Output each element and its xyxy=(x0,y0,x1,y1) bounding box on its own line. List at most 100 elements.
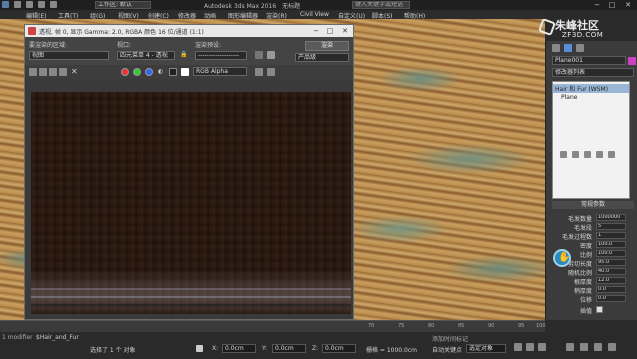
menu-modifiers[interactable]: 修改器 xyxy=(178,11,196,20)
render-window-titlebar[interactable]: 透视, 帧 0, 显示 Gamma: 2.0, RGBA 颜色 16 位/通道 … xyxy=(25,25,353,37)
lock-icon[interactable]: 🔒 xyxy=(180,51,187,58)
fit-window-icon[interactable] xyxy=(267,68,275,76)
maximize-button[interactable]: □ xyxy=(605,0,619,10)
viewport-dropdown[interactable]: 四元菜单 4 - 透视 xyxy=(117,51,175,60)
menu-tools[interactable]: 工具(T) xyxy=(58,11,78,20)
menu-graph-editors[interactable]: 图形编辑器 xyxy=(228,11,258,20)
remove-modifier-icon[interactable] xyxy=(596,151,603,158)
red-channel-toggle[interactable] xyxy=(121,68,129,76)
param-value[interactable]: 0.0 xyxy=(596,295,626,302)
monochrome-toggle[interactable] xyxy=(169,68,177,76)
print-image-icon[interactable] xyxy=(59,68,67,76)
render-button[interactable]: 渲染 xyxy=(305,41,349,51)
area-to-render-dropdown[interactable]: 视图 xyxy=(29,51,109,60)
auto-key-button[interactable]: 自动关键点 xyxy=(432,345,462,354)
orbit-icon[interactable] xyxy=(594,343,602,351)
param-value[interactable]: 1 xyxy=(596,232,626,239)
selection-lock-icon[interactable] xyxy=(196,345,203,352)
pin-stack-icon[interactable] xyxy=(560,151,567,158)
z-coord-field[interactable]: 0.0cm xyxy=(322,344,356,353)
zoom-icon[interactable] xyxy=(566,343,574,351)
modify-tab-icon[interactable] xyxy=(564,44,572,52)
render-window-maximize[interactable]: □ xyxy=(323,25,337,37)
param-value[interactable]: 1000000 xyxy=(596,214,626,221)
selection-set-dropdown[interactable]: 选定对象 xyxy=(466,344,506,353)
render-preset-dropdown[interactable]: ------------------- xyxy=(195,51,247,60)
blue-channel-toggle[interactable] xyxy=(145,68,153,76)
clone-window-icon[interactable] xyxy=(49,68,57,76)
param-value[interactable]: 40.0 xyxy=(596,268,626,275)
interpolate-checkbox[interactable] xyxy=(596,306,603,313)
hierarchy-tab-icon[interactable] xyxy=(576,44,584,52)
menu-animation[interactable]: 动画 xyxy=(204,11,216,20)
param-value[interactable]: 100.0 xyxy=(596,241,626,248)
minimize-button[interactable]: − xyxy=(590,0,604,10)
redo-icon[interactable] xyxy=(26,1,33,8)
param-hair-segments: 毛发段 5 xyxy=(548,223,636,232)
create-tab-icon[interactable] xyxy=(552,44,560,52)
production-dropdown[interactable]: 产品级 xyxy=(295,53,349,62)
render-window-minimize[interactable]: − xyxy=(309,25,323,37)
param-value[interactable]: 12.0 xyxy=(596,277,626,284)
save-icon[interactable] xyxy=(38,1,45,8)
app-logo-icon[interactable] xyxy=(2,1,9,8)
add-time-tag[interactable]: 添加时间标记 xyxy=(432,334,468,343)
next-frame-icon[interactable] xyxy=(538,343,546,351)
menu-views[interactable]: 视图(V) xyxy=(118,11,139,20)
timeline-ruler[interactable]: 70 75 80 85 90 95 100 xyxy=(0,320,546,332)
pan-hand-icon[interactable]: ✋ xyxy=(553,249,571,267)
render-window-icon xyxy=(28,27,36,35)
param-value[interactable]: 100.0 xyxy=(596,250,626,257)
copy-image-icon[interactable] xyxy=(39,68,47,76)
prev-frame-icon[interactable] xyxy=(514,343,522,351)
timeline-tick: 80 xyxy=(428,323,435,329)
pan-icon[interactable] xyxy=(580,343,588,351)
clear-color-swatch[interactable] xyxy=(181,68,189,76)
timeline-tick: 100 xyxy=(536,323,546,329)
stack-item-hair-fur[interactable]: Hair 和 Fur (WSM) xyxy=(553,84,629,93)
workspace-dropdown[interactable]: 工作区: 默认 xyxy=(95,1,151,9)
x-coord-field[interactable]: 0.0cm xyxy=(222,344,256,353)
clear-icon[interactable]: ✕ xyxy=(71,67,78,76)
param-value[interactable]: 95.0 xyxy=(596,259,626,266)
script-listener-value[interactable]: $Hair_and_Fur xyxy=(36,334,79,341)
param-hair-count: 毛发数量 1000000 xyxy=(548,214,636,223)
render-window-title: 透视, 帧 0, 显示 Gamma: 2.0, RGBA 颜色 16 位/通道 … xyxy=(39,29,204,36)
object-name-field[interactable]: Plane001 xyxy=(552,56,626,65)
modifier-list-dropdown[interactable]: 修改器列表 xyxy=(552,68,634,77)
make-unique-icon[interactable] xyxy=(584,151,591,158)
green-channel-toggle[interactable] xyxy=(133,68,141,76)
stack-item-plane[interactable]: Plane xyxy=(561,94,577,101)
param-value[interactable]: 5 xyxy=(596,223,626,230)
command-panel: Plane001 修改器列表 Hair 和 Fur (WSM) Plane 常规… xyxy=(545,41,637,320)
play-icon[interactable] xyxy=(526,343,534,351)
render-window-close[interactable]: ✕ xyxy=(338,25,352,37)
menu-edit[interactable]: 编辑(E) xyxy=(26,11,46,20)
y-coord-field[interactable]: 0.0cm xyxy=(272,344,306,353)
param-value[interactable]: 0.0 xyxy=(596,286,626,293)
menu-rendering[interactable]: 渲染(R) xyxy=(266,11,287,20)
configure-sets-icon[interactable] xyxy=(608,151,615,158)
search-input[interactable]: 键入关键字或短语 xyxy=(352,1,410,9)
show-end-result-icon[interactable] xyxy=(572,151,579,158)
menu-group[interactable]: 组(G) xyxy=(90,11,105,20)
param-hair-passes: 毛发过程数 1 xyxy=(548,232,636,241)
menu-customize[interactable]: 自定义(U) xyxy=(338,11,365,20)
environment-icon[interactable] xyxy=(267,51,275,59)
general-params-header[interactable]: 常规参数 xyxy=(552,201,634,209)
menu-create[interactable]: 创建(C) xyxy=(148,11,169,20)
save-image-icon[interactable] xyxy=(29,68,37,76)
open-icon[interactable] xyxy=(50,1,57,8)
undo-icon[interactable] xyxy=(14,1,21,8)
menu-help[interactable]: 帮助(H) xyxy=(404,11,425,20)
menu-civil-view[interactable]: Civil View xyxy=(300,11,329,18)
display-toggle-icon[interactable] xyxy=(255,68,263,76)
render-setup-icon[interactable] xyxy=(255,51,263,59)
menu-scripting[interactable]: 脚本(S) xyxy=(372,11,393,20)
object-color-swatch[interactable] xyxy=(628,57,636,65)
area-to-render-label: 要渲染的区域: xyxy=(29,42,68,49)
close-button[interactable]: ✕ xyxy=(621,0,635,10)
maximize-viewport-icon[interactable] xyxy=(608,343,616,351)
channel-dropdown[interactable]: RGB Alpha xyxy=(193,67,247,76)
alpha-channel-icon[interactable]: ◐ xyxy=(158,68,163,75)
